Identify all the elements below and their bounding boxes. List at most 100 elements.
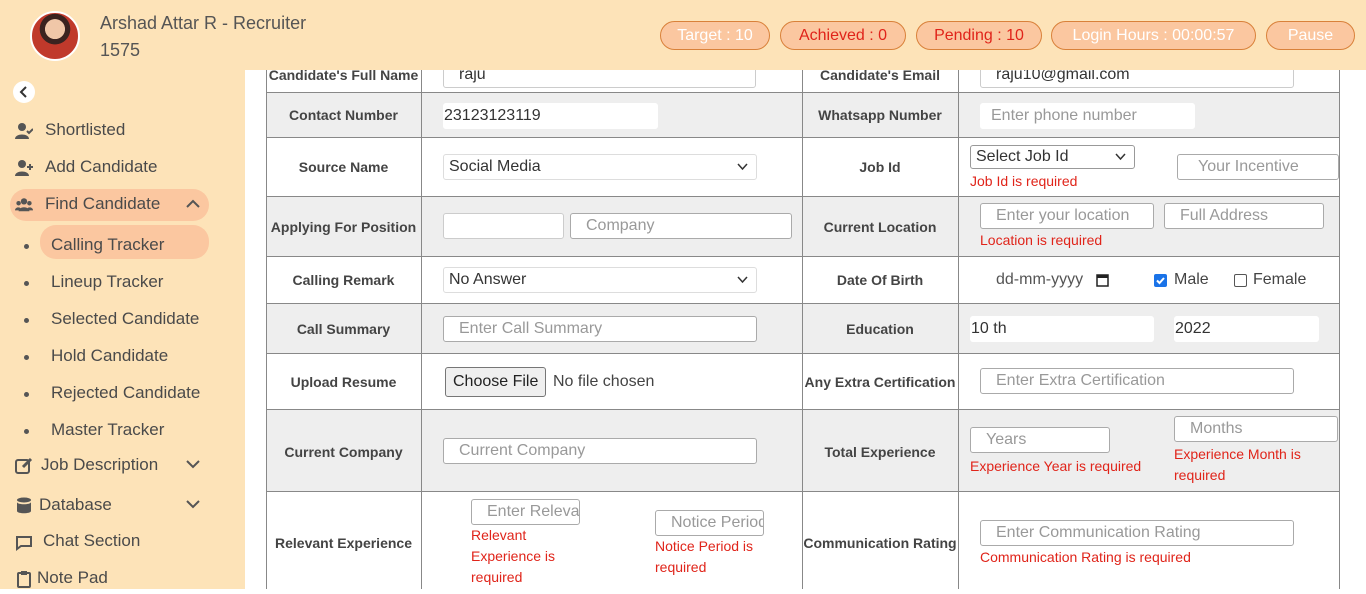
user-name: Arshad Attar R - Recruiter [100, 13, 307, 33]
sidebar-subitem-label: Master Tracker [51, 420, 165, 439]
current-company-label: Current Company [284, 444, 403, 460]
location-error: Location is required [980, 232, 1103, 248]
sidebar-item-label: Chat Section [43, 531, 141, 550]
sidebar-item-find-candidate[interactable]: Find Candidate [10, 189, 209, 221]
contact-input[interactable]: 23123123119 [443, 103, 658, 129]
login-hours-badge[interactable]: Login Hours : 00:00:57 [1051, 21, 1256, 50]
relevant-error-3: required [471, 569, 523, 585]
relevant-experience-input[interactable]: Enter Relevant [471, 499, 580, 525]
sidebar-subitem-label: Hold Candidate [51, 346, 169, 365]
relevant-error-1: Relevant [471, 527, 527, 543]
sidebar-item-add-candidate[interactable]: Add Candidate [0, 153, 245, 183]
source-select-value: Social Media [449, 158, 541, 175]
calendar-icon[interactable] [1096, 273, 1109, 287]
full-name-input[interactable]: raju [443, 70, 756, 88]
sidebar-item-label: Note Pad [37, 568, 108, 587]
total-experience-label: Total Experience [824, 444, 936, 460]
sidebar-subitem-calling-tracker[interactable]: Calling Tracker [0, 225, 245, 261]
summary-input[interactable]: Enter Call Summary [443, 316, 757, 342]
notice-period-input[interactable]: Notice Period [655, 510, 764, 536]
candidate-form: Candidate's Full Name raju Candidate's E… [245, 70, 1366, 589]
chevron-down-icon [737, 276, 748, 284]
avatar[interactable] [30, 11, 80, 61]
achieved-badge[interactable]: Achieved : 0 [780, 21, 906, 50]
sidebar-item-note-pad[interactable]: Note Pad [0, 564, 245, 594]
sidebar-item-chat-section[interactable]: Chat Section [0, 527, 245, 557]
job-id-select[interactable]: Select Job Id [970, 145, 1135, 169]
months-input[interactable]: Months [1174, 416, 1338, 442]
chevron-up-icon[interactable] [186, 199, 200, 209]
passing-year-input[interactable]: 2022 [1174, 316, 1319, 342]
sidebar-subitem-hold-candidate[interactable]: Hold Candidate [0, 342, 245, 372]
years-input[interactable]: Years [970, 427, 1110, 453]
whatsapp-label: Whatsapp Number [818, 107, 942, 123]
form-row-experience: Current Company Current Company Total Ex… [266, 410, 1340, 492]
job-id-label: Job Id [859, 159, 901, 175]
choose-file-button[interactable]: Choose File [445, 367, 547, 397]
source-select[interactable]: Social Media [443, 154, 757, 180]
communication-input[interactable]: Enter Communication Rating [980, 520, 1294, 546]
location-input[interactable]: Enter your location [980, 203, 1154, 229]
sidebar-item-job-description[interactable]: Job Description [0, 451, 245, 481]
checkmark-icon [1156, 277, 1165, 285]
remark-select[interactable]: No Answer [443, 267, 757, 293]
job-id-select-value: Select Job Id [976, 148, 1069, 165]
form-row-position: Applying For Position Company Current Lo… [266, 197, 1340, 257]
form-row-contact: Contact Number 23123123119 Whatsapp Numb… [266, 93, 1340, 138]
chevron-down-icon [1115, 153, 1126, 161]
clipboard-icon [17, 571, 31, 588]
sidebar-subitem-lineup-tracker[interactable]: Lineup Tracker [0, 268, 245, 298]
communication-label: Communication Rating [803, 535, 957, 551]
incentive-input[interactable]: Your Incentive [1177, 154, 1339, 180]
remark-label: Calling Remark [292, 272, 395, 288]
education-label: Education [846, 321, 914, 337]
position-input[interactable] [443, 213, 564, 239]
notice-error-1: Notice Period is [655, 538, 754, 554]
certification-input[interactable]: Enter Extra Certification [980, 368, 1294, 394]
sidebar-item-label: Database [39, 495, 112, 514]
user-check-icon [15, 123, 33, 139]
resume-label: Upload Resume [290, 374, 397, 390]
pending-badge[interactable]: Pending : 10 [916, 21, 1042, 50]
job-id-error: Job Id is required [970, 173, 1078, 189]
sidebar-subitem-label: Rejected Candidate [51, 383, 201, 402]
form-row-relevant: Relevant Experience Enter Relevant Relev… [266, 492, 1340, 589]
top-header: Arshad Attar R - Recruiter 1575 Target :… [0, 0, 1366, 70]
relevant-experience-label: Relevant Experience [275, 535, 412, 551]
current-company-input[interactable]: Current Company [443, 438, 757, 464]
form-row-resume: Upload Resume Choose File No file chosen… [266, 354, 1340, 410]
experience-month-error-2: required [1174, 467, 1226, 483]
form-row-summary: Call Summary Enter Call Summary Educatio… [266, 304, 1340, 354]
male-label: Male [1174, 271, 1209, 288]
sidebar-item-label: Find Candidate [45, 194, 161, 213]
chevron-down-icon[interactable] [186, 499, 200, 509]
sidebar-subitem-master-tracker[interactable]: Master Tracker [0, 416, 245, 446]
sidebar-item-shortlisted[interactable]: Shortlisted [0, 116, 245, 146]
sidebar-item-label: Shortlisted [45, 120, 126, 139]
email-label: Candidate's Email [819, 70, 941, 83]
sidebar-item-label: Add Candidate [45, 157, 158, 176]
users-icon [15, 198, 33, 212]
female-checkbox[interactable] [1234, 274, 1247, 287]
pause-button[interactable]: Pause [1266, 21, 1355, 50]
source-label: Source Name [298, 159, 389, 175]
email-input[interactable]: raju10@gmail.com [980, 70, 1294, 88]
relevant-error-2: Experience is [471, 548, 556, 564]
chevron-down-icon[interactable] [186, 459, 200, 469]
form-row-remark: Calling Remark No Answer Date Of Birth d… [266, 257, 1340, 304]
sidebar-subitem-rejected-candidate[interactable]: Rejected Candidate [0, 379, 245, 409]
position-label: Applying For Position [270, 219, 417, 235]
sidebar-subitem-selected-candidate[interactable]: Selected Candidate [0, 305, 245, 335]
address-input[interactable]: Full Address [1164, 203, 1324, 229]
male-checkbox[interactable] [1154, 274, 1167, 287]
company-input[interactable]: Company [570, 213, 792, 239]
collapse-sidebar-button[interactable] [13, 81, 35, 103]
whatsapp-input[interactable]: Enter phone number [980, 103, 1195, 129]
communication-error: Communication Rating is required [980, 549, 1191, 565]
summary-label: Call Summary [296, 321, 391, 337]
education-input[interactable]: 10 th [970, 316, 1154, 342]
sidebar-item-database[interactable]: Database [0, 491, 245, 521]
female-label: Female [1253, 271, 1307, 288]
dob-placeholder: dd-mm-yyyy [996, 271, 1084, 288]
target-badge[interactable]: Target : 10 [660, 21, 770, 50]
